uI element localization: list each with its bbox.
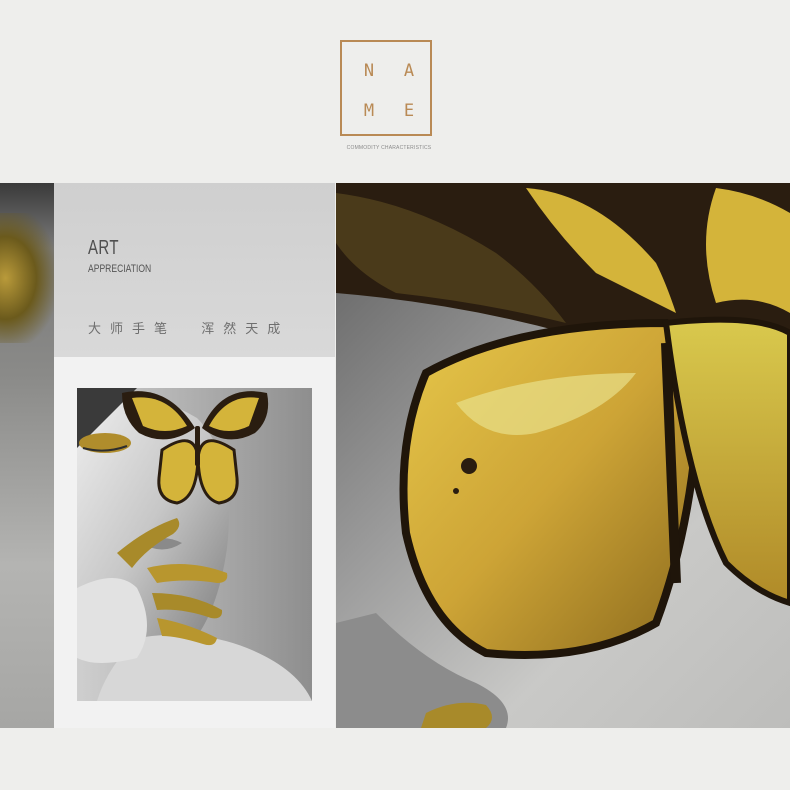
brand-logo: N A M E — [340, 40, 432, 136]
logo-caption: COMMODITY CHARACTERISTICS — [346, 145, 432, 151]
logo-letter-n: N — [363, 61, 375, 81]
art-title: ART — [88, 237, 119, 259]
logo-letter-a: A — [403, 61, 415, 81]
framed-artwork — [77, 388, 312, 701]
logo-letter-m: M — [363, 101, 375, 121]
art-subtitle: APPRECIATION — [88, 263, 152, 275]
slogan-text: 大师手笔 浑然天成 — [88, 321, 290, 336]
gold-eyeshadow-detail — [0, 213, 54, 343]
product-showcase: ART APPRECIATION 大师手笔 浑然天成 — [0, 183, 790, 728]
artwork-image — [77, 388, 312, 701]
large-butterfly-image — [336, 183, 790, 728]
logo-letter-e: E — [403, 101, 415, 121]
large-artwork-detail — [336, 183, 790, 728]
